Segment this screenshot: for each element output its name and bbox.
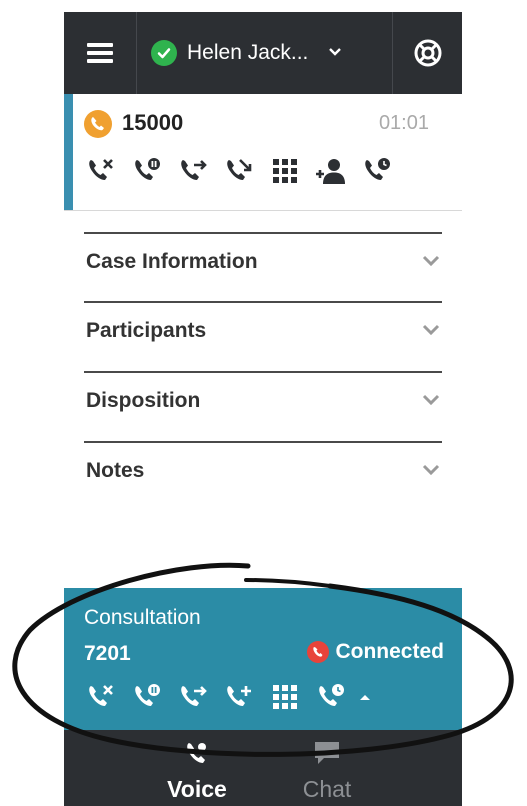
bottom-tab-bar: Voice Chat	[64, 730, 462, 806]
agent-status-menu[interactable]: Helen Jack...	[137, 12, 393, 94]
section-label: Disposition	[86, 389, 201, 412]
caret-up-icon[interactable]	[358, 689, 372, 705]
support-button[interactable]	[393, 12, 462, 94]
call-actions-toolbar	[84, 154, 394, 188]
consultation-number: 7201	[84, 642, 131, 665]
add-call-icon	[227, 686, 251, 706]
consultation-status: Connected	[307, 640, 444, 664]
hold-consultation-button[interactable]	[130, 680, 164, 714]
end-call-icon	[89, 685, 113, 706]
hamburger-icon	[87, 43, 113, 63]
chevron-down-icon	[422, 254, 440, 272]
call-timer: 01:01	[378, 112, 429, 134]
consult-call-button[interactable]	[222, 154, 256, 188]
schedule-callback-icon	[319, 684, 344, 706]
call-number: 15000	[122, 110, 184, 135]
tab-label: Chat	[302, 776, 352, 802]
lifebuoy-icon	[414, 39, 441, 67]
consultation-title: Consultation	[84, 606, 201, 629]
end-consultation-button[interactable]	[84, 680, 118, 714]
dialpad-button[interactable]	[268, 154, 302, 188]
chat-bubble-icon	[315, 742, 339, 764]
agent-name: Helen Jack...	[187, 41, 309, 64]
phone-icon	[187, 743, 206, 763]
agent-desktop-panel: Helen Jack... 15000 01:01 Case Informati…	[64, 12, 462, 806]
tab-voice[interactable]: Voice	[132, 730, 262, 806]
dialpad-button[interactable]	[268, 680, 302, 714]
active-indicator	[64, 94, 73, 210]
chevron-down-icon	[328, 44, 342, 62]
add-call-button[interactable]	[222, 680, 256, 714]
end-call-button[interactable]	[84, 154, 118, 188]
dialpad-icon	[273, 685, 297, 709]
top-bar: Helen Jack...	[64, 12, 462, 94]
dialpad-icon	[273, 159, 297, 183]
transfer-call-button[interactable]	[176, 154, 210, 188]
consult-call-icon	[227, 159, 252, 180]
section-disposition[interactable]: Disposition	[84, 371, 442, 440]
conference-button[interactable]	[314, 154, 348, 188]
transfer-call-icon	[181, 160, 207, 180]
tab-label: Voice	[167, 776, 227, 802]
hold-call-button[interactable]	[130, 154, 164, 188]
section-notes[interactable]: Notes	[84, 441, 442, 510]
hamburger-menu-button[interactable]	[64, 12, 137, 94]
hold-call-icon	[135, 684, 160, 706]
conference-icon	[316, 159, 345, 184]
hold-call-icon	[135, 158, 160, 180]
schedule-callback-icon	[365, 158, 390, 180]
consultation-bar[interactable]: Consultation 7201 Connected	[64, 588, 462, 730]
transfer-call-icon	[181, 686, 207, 706]
section-participants[interactable]: Participants	[84, 301, 442, 370]
section-label: Notes	[86, 459, 145, 482]
tab-chat[interactable]: Chat	[262, 730, 392, 806]
active-call-card[interactable]: 15000 01:01	[64, 94, 462, 211]
transfer-consultation-button[interactable]	[176, 680, 210, 714]
call-on-hold-icon	[84, 110, 112, 138]
chevron-down-icon	[422, 393, 440, 411]
ready-status-icon	[151, 40, 177, 66]
schedule-callback-button[interactable]	[314, 680, 348, 714]
consultation-actions-toolbar	[84, 680, 372, 714]
section-case-information[interactable]: Case Information	[84, 232, 442, 301]
end-call-icon	[89, 159, 113, 180]
chevron-down-icon	[422, 463, 440, 481]
section-label: Case Information	[86, 250, 258, 273]
connected-status-icon	[307, 641, 330, 663]
section-label: Participants	[86, 319, 207, 342]
status-text: Connected	[335, 640, 444, 663]
schedule-callback-button[interactable]	[360, 154, 394, 188]
chevron-down-icon	[422, 323, 440, 341]
